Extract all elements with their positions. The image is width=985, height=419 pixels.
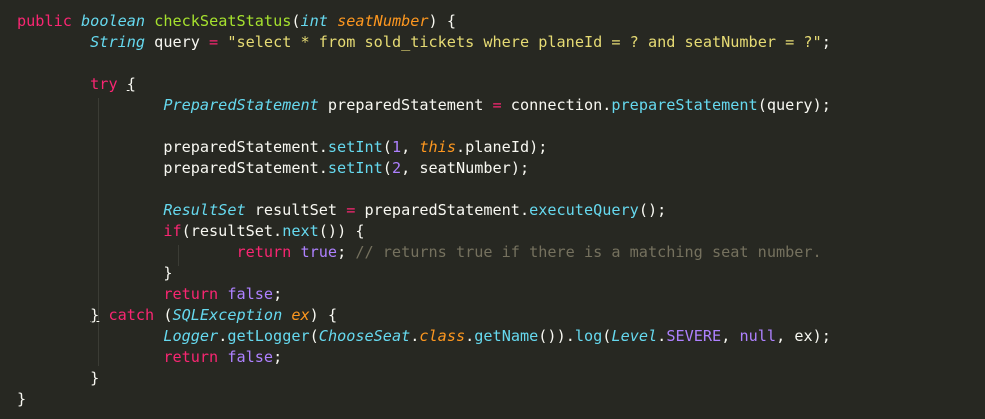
keyword-return: return [163, 285, 219, 303]
type-resultset: ResultSet [163, 201, 246, 219]
parameter-name: seatNumber [337, 12, 429, 30]
method-call: getLogger [227, 327, 310, 345]
type-preparedstatement: PreparedStatement [163, 96, 319, 114]
code-line[interactable]: return false; [17, 347, 282, 368]
keyword-if: if [163, 222, 182, 240]
method-name: checkSeatStatus [154, 12, 292, 30]
keyword-class: class [419, 327, 466, 345]
operator: = [209, 33, 219, 51]
keyword-catch: catch [108, 306, 155, 324]
brace-close: } [90, 369, 100, 387]
code-line[interactable]: preparedStatement.setInt(2, seatNumber); [17, 158, 529, 179]
number-literal: 2 [391, 159, 402, 177]
brace-close: } [17, 390, 27, 408]
type-string: String [90, 33, 146, 51]
type-int: int [300, 12, 328, 30]
keyword-try: try [90, 75, 118, 93]
type-chooseseat: ChooseSeat [318, 327, 411, 345]
code-comment: // returns true if there is a matching s… [355, 243, 822, 261]
brace-close: } [163, 264, 173, 282]
code-line[interactable]: if(resultSet.next()) { [17, 221, 364, 242]
method-call: getName [474, 327, 539, 345]
type-sqlexception: SQLException [172, 306, 283, 324]
keyword-return: return [236, 243, 292, 261]
method-call: next [282, 222, 319, 240]
constant-severe: SEVERE [666, 327, 722, 345]
method-call: prepareStatement [611, 96, 758, 114]
code-line[interactable]: } [17, 389, 26, 410]
code-line[interactable]: ResultSet resultSet = preparedStatement.… [17, 200, 666, 221]
boolean-literal: true [300, 243, 338, 261]
method-call: setInt [327, 159, 383, 177]
method-call: log [574, 327, 603, 345]
code-line[interactable]: Logger.getLogger(ChooseSeat.class.getNam… [17, 326, 831, 347]
type-level: Level [611, 327, 658, 345]
brace-open: { [126, 75, 136, 93]
operator: = [492, 96, 502, 114]
code-line[interactable]: try { [17, 74, 136, 95]
boolean-literal: false [227, 348, 274, 366]
code-line[interactable]: } [17, 368, 99, 389]
code-line[interactable]: String query = "select * from sold_ticke… [17, 32, 831, 53]
code-line[interactable]: public boolean checkSeatStatus(int seatN… [17, 11, 456, 32]
number-literal: 1 [391, 138, 402, 156]
keyword-this: this [419, 138, 456, 156]
method-call: setInt [327, 138, 383, 156]
parameter-name: ex [291, 306, 310, 324]
type-boolean: boolean [81, 12, 146, 30]
code-line[interactable]: } catch (SQLException ex) { [17, 305, 337, 326]
boolean-literal: false [227, 285, 274, 303]
null-literal: null [739, 327, 777, 345]
operator: = [346, 201, 356, 219]
keyword-public: public [17, 12, 72, 30]
code-line[interactable]: return true; // returns true if there is… [17, 242, 822, 263]
string-literal: "select * from sold_tickets where planeI… [227, 33, 822, 51]
keyword-return: return [163, 348, 219, 366]
method-call: executeQuery [529, 201, 639, 219]
type-logger: Logger [163, 327, 219, 345]
code-editor[interactable]: public boolean checkSeatStatus(int seatN… [0, 0, 985, 419]
code-line[interactable]: } [17, 263, 172, 284]
code-line[interactable]: return false; [17, 284, 282, 305]
code-line[interactable]: preparedStatement.setInt(1, this.planeId… [17, 137, 547, 158]
brace-close: } [90, 306, 100, 324]
code-line[interactable]: PreparedStatement preparedStatement = co… [17, 95, 831, 116]
